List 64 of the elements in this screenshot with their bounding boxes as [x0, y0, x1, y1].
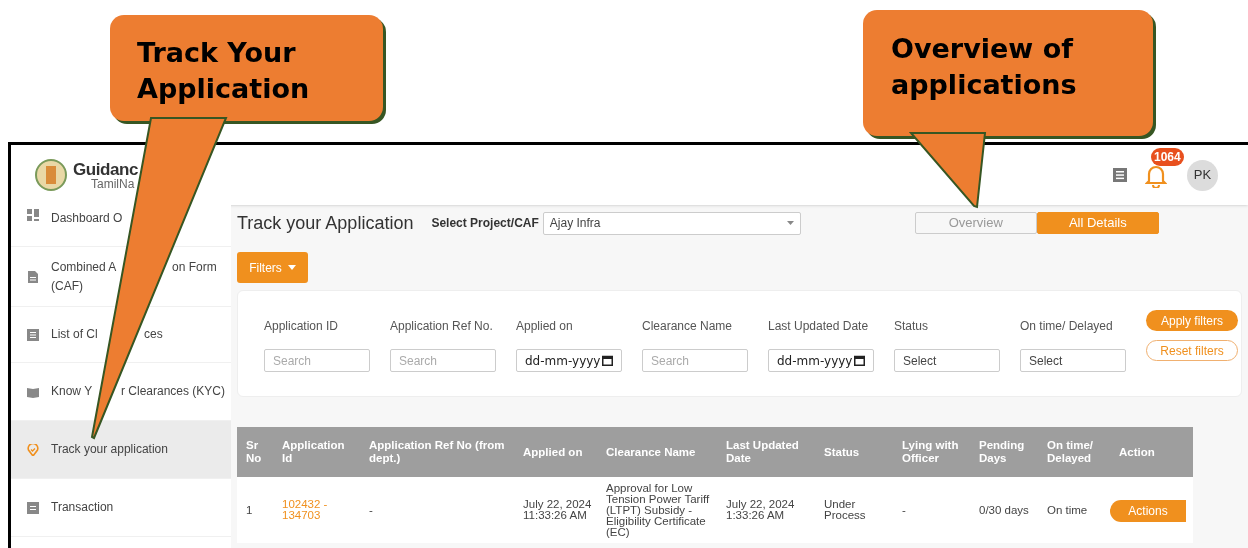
table-cell: -	[360, 477, 514, 543]
column-header: Application Ref No (from dept.)	[360, 427, 514, 477]
page-title: Track your Application	[237, 211, 414, 235]
column-header: Clearance Name	[597, 427, 717, 477]
table-cell: 0/30 days	[970, 477, 1038, 543]
filter-label: Applied on	[516, 318, 574, 335]
sidebar-label: on Form	[172, 258, 217, 276]
select-field[interactable]: Select	[894, 349, 1000, 372]
grid-icon	[27, 209, 39, 221]
project-dropdown[interactable]: Ajay Infra	[542, 211, 801, 235]
table-cell: July 22, 2024 1:33:26 AM	[717, 477, 815, 543]
table-cell: On time	[1038, 477, 1110, 543]
logo-title: Guidanc	[73, 160, 139, 178]
calendar-icon[interactable]	[602, 355, 613, 366]
filter-label: On time/ Delayed	[1020, 318, 1114, 335]
filter-label: Last Updated Date	[768, 318, 870, 335]
dropdown-value: Ajay Infra	[549, 215, 601, 232]
filter-label: Application ID	[264, 318, 340, 335]
table-cell: -	[893, 477, 970, 543]
table-cell: Under Process	[815, 477, 893, 543]
filter-label: Application Ref No.	[390, 318, 494, 335]
table-cell: July 22, 2024 11:33:26 AM	[514, 477, 597, 543]
column-header: Pending Days	[970, 427, 1038, 477]
column-header: On time/ Delayed	[1038, 427, 1110, 477]
sidebar-label: Track your application	[51, 441, 168, 458]
list-icon	[27, 328, 39, 341]
sidebar-label: Know Y	[51, 383, 94, 400]
sidebar-label: r Clearances (KYC)	[121, 383, 226, 400]
select-field[interactable]: Select	[1020, 349, 1126, 372]
caret-icon	[287, 265, 296, 270]
column-header: Application Id	[273, 427, 360, 477]
notification-badge: 1064	[1151, 148, 1184, 166]
emblem-icon	[35, 158, 67, 192]
document-icon	[27, 270, 39, 283]
table-cell: Approval for Low Tension Power Tariff (LTPT) Subsidy - Eligibility Certificate (EC)	[597, 477, 717, 543]
table-cell: 1	[237, 477, 273, 543]
column-header: Sr No	[237, 427, 273, 477]
list-icon[interactable]	[1113, 168, 1127, 182]
column-header: Action	[1110, 427, 1193, 477]
sidebar-label: List of Cl	[51, 326, 99, 343]
logo-subtitle: TamilNa	[90, 177, 136, 190]
caret-icon	[786, 221, 794, 225]
column-header: Status	[815, 427, 893, 477]
filter-label: Clearance Name	[642, 318, 734, 335]
column-header: Last Updated Date	[717, 427, 815, 477]
sidebar-label: Combined A	[51, 258, 118, 276]
sidebar-label: (CAF)	[51, 277, 84, 295]
book-icon	[27, 385, 39, 398]
project-label: Select Project/CAF	[431, 215, 539, 232]
sidebar-item[interactable]: Track your application	[11, 421, 231, 479]
date-field[interactable]: dd-mm-yyyy	[768, 349, 874, 372]
sidebar-label: Dashboard O	[51, 210, 123, 227]
receipt-icon	[27, 501, 39, 514]
column-header: Lying with Officer	[893, 427, 970, 477]
date-field[interactable]: dd-mm-yyyy	[516, 349, 622, 372]
sidebar-label: ces	[144, 326, 163, 343]
location-pin-icon	[27, 443, 39, 456]
sidebar-label: Transaction	[51, 499, 114, 516]
user-avatar[interactable]: PK	[1187, 159, 1218, 191]
bell-icon[interactable]	[1145, 164, 1167, 188]
callout-box: Track Your Application	[110, 15, 383, 121]
column-header: Applied on	[514, 427, 597, 477]
calendar-icon[interactable]	[854, 355, 865, 366]
filter-label: Status	[894, 318, 930, 335]
